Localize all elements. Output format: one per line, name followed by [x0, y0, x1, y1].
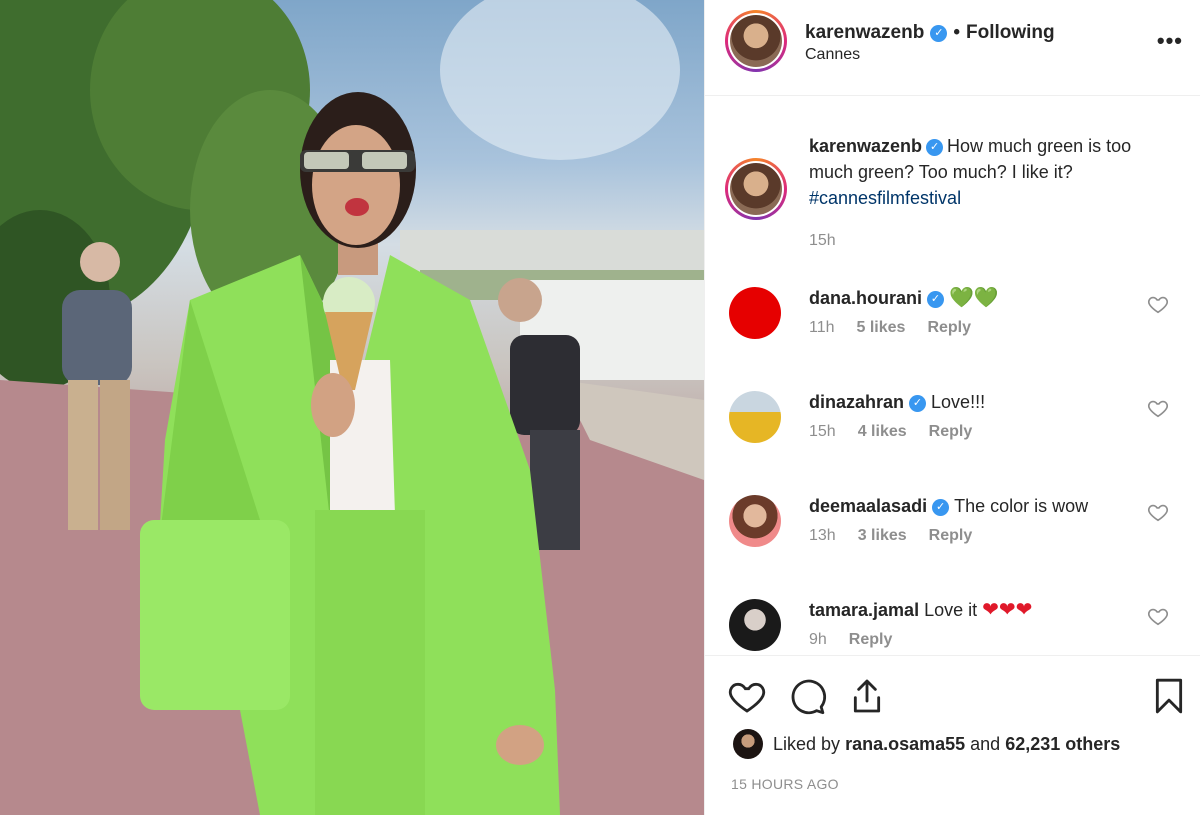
comment-like-heart-icon[interactable]: [1147, 397, 1169, 419]
liked-by-row: Liked by rana.osama55 and 62,231 others: [733, 729, 1120, 759]
comment-meta: 13h 3 likes Reply: [809, 527, 994, 545]
comment-meta: 11h 5 likes Reply: [809, 319, 993, 337]
comment-item: deemaalasadi ✓ The color is wow 13h 3 likes…: [705, 493, 1200, 597]
commenter-avatar[interactable]: [729, 391, 781, 443]
reply-button[interactable]: Reply: [849, 631, 893, 648]
comment-body: Love!!!: [931, 392, 986, 412]
comment-time: 15h: [809, 423, 836, 440]
green-heart-emoji: 💚💚: [949, 287, 999, 309]
heart-icon[interactable]: [727, 676, 767, 716]
comment-icon[interactable]: [787, 676, 827, 716]
reply-button[interactable]: Reply: [929, 527, 973, 544]
comment-likes-link[interactable]: 4 likes: [858, 423, 907, 440]
caption-avatar[interactable]: [725, 158, 787, 220]
comment-time: 13h: [809, 527, 836, 544]
author-avatar[interactable]: [725, 10, 787, 72]
comment-text: tamara.jamal Love it ❤❤❤: [809, 597, 1032, 623]
caption-time: 15h: [809, 232, 836, 249]
comment-item: dinazahran ✓ Love!!! 15h 4 likes Reply: [705, 389, 1200, 493]
verified-badge-icon: ✓: [932, 499, 950, 516]
comment-time: 11h: [809, 319, 835, 336]
bookmark-icon[interactable]: [1149, 676, 1189, 716]
verified-badge-icon: ✓: [926, 139, 944, 156]
liked-by-user-link[interactable]: rana.osama55: [845, 734, 965, 755]
caption-username[interactable]: karenwazenb: [809, 136, 922, 156]
post-photo[interactable]: [0, 0, 704, 815]
comments-list[interactable]: karenwazenb ✓ How much green is too much g…: [705, 97, 1200, 655]
comment-text: dinazahran ✓ Love!!!: [809, 389, 985, 415]
post-image-illustration: [0, 0, 704, 815]
comment-meta: 9h Reply: [809, 631, 914, 649]
comment-like-heart-icon[interactable]: [1147, 293, 1169, 315]
post-location[interactable]: Cannes: [805, 46, 860, 64]
commenter-avatar[interactable]: [729, 495, 781, 547]
verified-badge-icon: ✓: [930, 25, 948, 42]
comment-body: The color is wow: [954, 496, 1089, 516]
liked-by-others-link[interactable]: 62,231 others: [1005, 734, 1120, 755]
author-header-line: karenwazenb ✓ • Following: [805, 22, 1055, 44]
caption-text: karenwazenb ✓ How much green is too much g…: [809, 133, 1169, 211]
comment-username[interactable]: dinazahran: [809, 392, 904, 412]
comment-item: tamara.jamal Love it ❤❤❤ 9h Reply: [705, 597, 1200, 655]
reply-button[interactable]: Reply: [929, 423, 973, 440]
comment-likes-link[interactable]: 5 likes: [857, 319, 906, 336]
comment-text: dana.hourani ✓ 💚💚: [809, 285, 999, 311]
comment-meta: 15h 4 likes Reply: [809, 423, 994, 441]
reply-button[interactable]: Reply: [927, 319, 971, 336]
comment-like-heart-icon[interactable]: [1147, 501, 1169, 523]
comment-text: deemaalasadi ✓ The color is wow: [809, 493, 1088, 519]
author-username[interactable]: karenwazenb: [805, 22, 924, 43]
liked-by-prefix: Liked by: [773, 733, 841, 754]
caption-hashtag-link[interactable]: #cannesfilmfestival: [809, 188, 961, 208]
post-timestamp: 15 HOURS AGO: [731, 776, 839, 792]
commenter-avatar[interactable]: [729, 599, 781, 651]
comment-username[interactable]: dana.hourani: [809, 288, 922, 308]
comment-like-heart-icon[interactable]: [1147, 605, 1169, 627]
post-header: karenwazenb ✓ • Following Cannes •••: [705, 0, 1200, 96]
red-heart-emoji: ❤❤❤: [982, 599, 1033, 621]
following-button[interactable]: Following: [966, 22, 1055, 43]
share-icon[interactable]: [847, 676, 887, 716]
verified-badge-icon: ✓: [927, 291, 945, 308]
comment-item: dana.hourani ✓ 💚💚 11h 5 likes Reply: [705, 285, 1200, 389]
comment-likes-link[interactable]: 3 likes: [858, 527, 907, 544]
liker-avatar[interactable]: [733, 729, 763, 759]
comment-time: 9h: [809, 631, 827, 648]
post-actions: Liked by rana.osama55 and 62,231 others …: [705, 655, 1200, 815]
more-options-icon[interactable]: •••: [1157, 28, 1183, 54]
liked-by-and: and: [970, 733, 1001, 754]
comment-username[interactable]: deemaalasadi: [809, 496, 927, 516]
comment-username[interactable]: tamara.jamal: [809, 600, 919, 620]
verified-badge-icon: ✓: [909, 395, 927, 412]
separator-dot: •: [953, 22, 960, 43]
commenter-avatar[interactable]: [729, 287, 781, 339]
comment-body: Love it: [924, 600, 978, 620]
post-side-panel: karenwazenb ✓ • Following Cannes ••• karenw…: [704, 0, 1200, 815]
